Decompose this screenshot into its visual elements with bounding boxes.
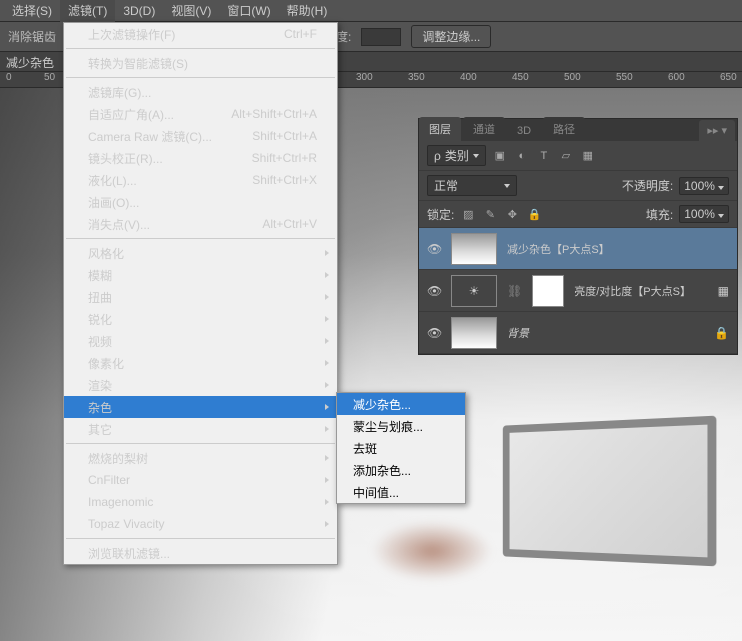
visibility-icon[interactable]: 👁 xyxy=(427,242,441,256)
menu-sharpen[interactable]: 锐化 xyxy=(64,308,337,330)
filter-menu-dropdown: 上次滤镜操作(F)Ctrl+F 转换为智能滤镜(S) 滤镜库(G)... 自适应… xyxy=(63,22,338,565)
lock-row: 锁定: ▨ ✎ ✥ 🔒 填充: 100% xyxy=(419,201,737,228)
menu-3d[interactable]: 3D(D) xyxy=(115,1,163,21)
degree-label: 度: xyxy=(336,28,351,45)
ruler-tick: 600 xyxy=(668,72,685,83)
layer-thumbnail[interactable] xyxy=(451,233,497,265)
photo-hand xyxy=(372,521,492,581)
lock-icon: 🔒 xyxy=(714,326,729,340)
menu-render[interactable]: 渲染 xyxy=(64,374,337,396)
ruler-tick: 650 xyxy=(720,72,737,83)
menu-imagenomic[interactable]: Imagenomic xyxy=(64,491,337,513)
fill-value[interactable]: 100% xyxy=(679,205,729,223)
menu-oil-paint[interactable]: 油画(O)... xyxy=(64,191,337,213)
lock-position-icon[interactable]: ✥ xyxy=(504,206,520,222)
menu-adaptive-wide[interactable]: 自适应广角(A)...Alt+Shift+Ctrl+A xyxy=(64,103,337,125)
ruler-tick: 450 xyxy=(512,72,529,83)
panel-tabs: 图层 通道 3D 路径 ▸▸ ▾ xyxy=(419,119,737,141)
menu-liquify[interactable]: 液化(L)...Shift+Ctrl+X xyxy=(64,169,337,191)
submenu-despeckle[interactable]: 去斑 xyxy=(337,437,465,459)
filter-adjust-icon[interactable]: ◐ xyxy=(514,148,530,164)
degree-input[interactable] xyxy=(361,28,401,46)
menu-blur[interactable]: 模糊 xyxy=(64,264,337,286)
sub-reducenoise: 减少杂色 xyxy=(6,56,54,70)
panel-expand-icon[interactable]: ▸▸ ▾ xyxy=(699,120,735,141)
menubar: 选择(S) 滤镜(T) 3D(D) 视图(V) 窗口(W) 帮助(H) xyxy=(0,0,742,22)
link-icon[interactable]: ⛓ xyxy=(507,284,522,298)
opacity-value[interactable]: 100% xyxy=(679,177,729,195)
tab-channels[interactable]: 通道 xyxy=(463,117,505,141)
layer-row[interactable]: 👁 背景 🔒 xyxy=(419,312,737,354)
menu-pixelate[interactable]: 像素化 xyxy=(64,352,337,374)
tab-paths[interactable]: 路径 xyxy=(543,117,585,141)
layer-mask[interactable] xyxy=(532,275,564,307)
ruler-tick: 50 xyxy=(44,72,55,83)
menu-cnfilter[interactable]: CnFilter xyxy=(64,469,337,491)
menu-video[interactable]: 视频 xyxy=(64,330,337,352)
lock-label: 锁定: xyxy=(427,206,454,223)
ruler-tick: 550 xyxy=(616,72,633,83)
menu-vanishing-point[interactable]: 消失点(V)...Alt+Ctrl+V xyxy=(64,213,337,235)
layer-row[interactable]: 👁 减少杂色【P大点S】 xyxy=(419,228,737,270)
menu-distort[interactable]: 扭曲 xyxy=(64,286,337,308)
layers-list: 👁 减少杂色【P大点S】 👁 ☀ ⛓ 亮度/对比度【P大点S】 ▦ 👁 背景 🔒 xyxy=(419,228,737,354)
tab-layers[interactable]: 图层 xyxy=(419,117,461,141)
ruler-tick: 500 xyxy=(564,72,581,83)
submenu-dust-scratches[interactable]: 蒙尘与划痕... xyxy=(337,415,465,437)
refine-edge-button[interactable]: 调整边缘... xyxy=(411,25,491,48)
ruler-tick: 0 xyxy=(6,72,12,83)
lock-pixels-icon[interactable]: ✎ xyxy=(482,206,498,222)
menu-last-filter[interactable]: 上次滤镜操作(F)Ctrl+F xyxy=(64,23,337,45)
menu-burning-pear[interactable]: 燃烧的梨树 xyxy=(64,447,337,469)
filter-smart-icon[interactable]: ▦ xyxy=(580,148,596,164)
layer-filter-row: ρ 类别 ▣ ◐ T ▱ ▦ xyxy=(419,141,737,171)
layer-name[interactable]: 减少杂色【P大点S】 xyxy=(507,241,729,257)
fill-label: 填充: xyxy=(646,206,673,223)
blend-row: 正常 不透明度: 100% xyxy=(419,171,737,201)
filter-pixel-icon[interactable]: ▣ xyxy=(492,148,508,164)
filter-type-icon[interactable]: T xyxy=(536,148,552,164)
noise-submenu: 减少杂色... 蒙尘与划痕... 去斑 添加杂色... 中间值... xyxy=(336,392,466,504)
menu-filter[interactable]: 滤镜(T) xyxy=(60,0,115,22)
layer-row[interactable]: 👁 ☀ ⛓ 亮度/对比度【P大点S】 ▦ xyxy=(419,270,737,312)
menu-camera-raw[interactable]: Camera Raw 滤镜(C)...Shift+Ctrl+A xyxy=(64,125,337,147)
submenu-median[interactable]: 中间值... xyxy=(337,481,465,503)
layer-menu-icon[interactable]: ▦ xyxy=(718,284,729,298)
menu-lens-correction[interactable]: 镜头校正(R)...Shift+Ctrl+R xyxy=(64,147,337,169)
ruler-tick: 400 xyxy=(460,72,477,83)
tab-3d[interactable]: 3D xyxy=(507,121,541,141)
layers-panel: 图层 通道 3D 路径 ▸▸ ▾ ρ 类别 ▣ ◐ T ▱ ▦ 正常 不透明度:… xyxy=(418,118,738,355)
blend-mode-dropdown[interactable]: 正常 xyxy=(427,175,517,196)
menu-stylize[interactable]: 风格化 xyxy=(64,242,337,264)
submenu-reduce-noise[interactable]: 减少杂色... xyxy=(337,393,465,415)
filter-shape-icon[interactable]: ▱ xyxy=(558,148,574,164)
antialias-label: 消除锯齿 xyxy=(8,28,56,45)
menu-browse-online[interactable]: 浏览联机滤镜... xyxy=(64,542,337,564)
layer-name[interactable]: 背景 xyxy=(507,325,704,341)
menu-filter-gallery[interactable]: 滤镜库(G)... xyxy=(64,81,337,103)
menu-window[interactable]: 窗口(W) xyxy=(219,0,278,22)
filter-kind-dropdown[interactable]: ρ 类别 xyxy=(427,145,486,166)
lock-transparent-icon[interactable]: ▨ xyxy=(460,206,476,222)
lock-all-icon[interactable]: 🔒 xyxy=(526,206,542,222)
opacity-label: 不透明度: xyxy=(622,177,673,194)
menu-select[interactable]: 选择(S) xyxy=(4,0,60,22)
adjustment-icon[interactable]: ☀ xyxy=(451,275,497,307)
ruler-tick: 300 xyxy=(356,72,373,83)
layer-name[interactable]: 亮度/对比度【P大点S】 xyxy=(574,283,707,299)
visibility-icon[interactable]: 👁 xyxy=(427,284,441,298)
menu-other[interactable]: 其它 xyxy=(64,418,337,440)
menu-view[interactable]: 视图(V) xyxy=(163,0,219,22)
menu-topaz[interactable]: Topaz Vivacity xyxy=(64,513,337,535)
submenu-add-noise[interactable]: 添加杂色... xyxy=(337,459,465,481)
visibility-icon[interactable]: 👁 xyxy=(427,326,441,340)
menu-help[interactable]: 帮助(H) xyxy=(279,0,336,22)
ruler-tick: 350 xyxy=(408,72,425,83)
menu-convert-smart[interactable]: 转换为智能滤镜(S) xyxy=(64,52,337,74)
menu-noise[interactable]: 杂色 xyxy=(64,396,337,418)
layer-thumbnail[interactable] xyxy=(451,317,497,349)
